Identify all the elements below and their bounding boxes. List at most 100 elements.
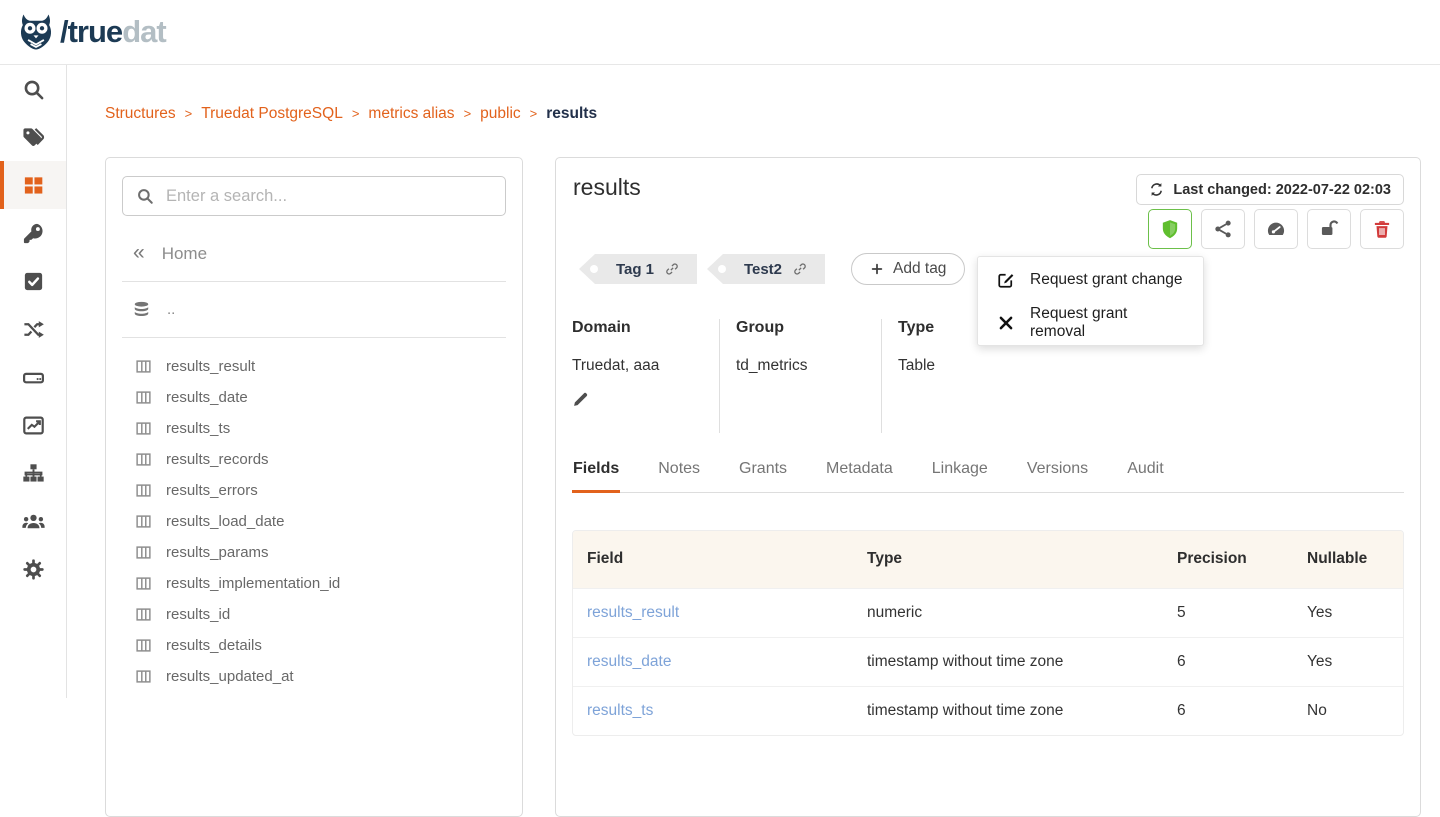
domain-column: Domain Truedat, aaa: [572, 319, 719, 433]
breadcrumb-separator: >: [464, 106, 472, 121]
table-row: results_result numeric 5 Yes: [573, 588, 1403, 637]
field-nullable: No: [1293, 686, 1403, 735]
tab-linkage[interactable]: Linkage: [931, 455, 989, 493]
tag-chip[interactable]: Test2: [707, 254, 825, 284]
field-label: results_errors: [166, 482, 258, 499]
field-label: results_params: [166, 544, 269, 561]
last-changed-button[interactable]: Last changed: 2022-07-22 02:03: [1136, 174, 1404, 205]
field-type: timestamp without time zone: [853, 686, 1163, 735]
column-header-precision: Precision: [1163, 531, 1293, 588]
table-header-row: Field Type Precision Nullable: [573, 531, 1403, 588]
sidebar-item-sources[interactable]: [0, 353, 66, 401]
field-nullable: Yes: [1293, 588, 1403, 637]
delete-button[interactable]: [1360, 209, 1404, 249]
search-input[interactable]: [166, 187, 492, 206]
home-label: Home: [162, 244, 207, 264]
breadcrumb-link-schema[interactable]: public: [480, 105, 521, 122]
sidebar-item-domains[interactable]: [0, 449, 66, 497]
type-value: Table: [898, 357, 935, 375]
field-list-item[interactable]: results_ts: [106, 413, 522, 444]
link-icon: [664, 261, 680, 277]
tag-label: Test2: [744, 261, 782, 278]
page-title: results: [572, 174, 641, 201]
breadcrumb-link-system[interactable]: Truedat PostgreSQL: [201, 105, 343, 122]
column-header-nullable: Nullable: [1293, 531, 1403, 588]
field-list-item[interactable]: results_params: [106, 537, 522, 568]
edit-domain-button[interactable]: [572, 390, 592, 408]
breadcrumb-link-group[interactable]: metrics alias: [368, 105, 454, 122]
tab-fields[interactable]: Fields: [572, 455, 620, 493]
share-button[interactable]: [1201, 209, 1245, 249]
tab-grants[interactable]: Grants: [738, 455, 788, 493]
field-link[interactable]: results_ts: [587, 702, 653, 719]
field-list-item[interactable]: results_load_date: [106, 506, 522, 537]
sidebar-item-structures[interactable]: [0, 161, 66, 209]
sidebar-item-dashboards[interactable]: [0, 401, 66, 449]
sidebar-item-settings[interactable]: [0, 545, 66, 593]
home-nav-item[interactable]: « Home: [106, 234, 522, 276]
breadcrumb-current: results: [546, 105, 597, 122]
edit-square-icon: [997, 271, 1015, 289]
pencil-icon: [572, 390, 590, 408]
sidebar-item-lineage[interactable]: [0, 305, 66, 353]
menu-item-request-grant-removal[interactable]: Request grant removal: [978, 301, 1203, 344]
check-square-icon: [22, 270, 45, 293]
breadcrumb-link-structures[interactable]: Structures: [105, 105, 176, 122]
breadcrumb-separator: >: [352, 106, 360, 121]
field-label: results_date: [166, 389, 248, 406]
field-list-item[interactable]: results_details: [106, 630, 522, 661]
fields-table: Field Type Precision Nullable results_re…: [572, 530, 1404, 736]
field-list-item[interactable]: results_implementation_id: [106, 568, 522, 599]
grid-icon: [22, 174, 45, 197]
key-icon: [22, 222, 45, 245]
columns-icon: [135, 668, 152, 685]
sidebar-item-quality[interactable]: [0, 257, 66, 305]
grant-request-button[interactable]: [1148, 209, 1192, 249]
field-nullable: Yes: [1293, 637, 1403, 686]
database-icon: [132, 300, 151, 319]
field-list-item[interactable]: results_result: [106, 351, 522, 382]
menu-item-label: Request grant change: [1030, 271, 1183, 289]
field-list-item[interactable]: results_date: [106, 382, 522, 413]
group-column: Group td_metrics: [719, 319, 881, 433]
tab-versions[interactable]: Versions: [1026, 455, 1089, 493]
profiling-button[interactable]: [1254, 209, 1298, 249]
parent-folder-item[interactable]: ..: [106, 287, 522, 332]
tab-audit[interactable]: Audit: [1126, 455, 1164, 493]
structure-browser-panel: « Home .. results_result results_date re…: [105, 157, 523, 817]
confidential-button[interactable]: [1307, 209, 1351, 249]
group-value: td_metrics: [736, 357, 851, 375]
structure-detail-panel: results Last changed: 2022-07-22 02:03 T…: [555, 157, 1421, 817]
columns-icon: [135, 389, 152, 406]
sidebar-item-users[interactable]: [0, 497, 66, 545]
gauge-icon: [1266, 219, 1286, 239]
columns-icon: [135, 637, 152, 654]
field-link[interactable]: results_date: [587, 653, 671, 670]
search-icon: [136, 187, 154, 205]
sidebar-item-tags[interactable]: [0, 113, 66, 161]
field-precision: 6: [1163, 686, 1293, 735]
divider: [122, 281, 506, 282]
field-link[interactable]: results_result: [587, 604, 679, 621]
refresh-icon: [1149, 182, 1164, 197]
type-column: Type Table: [881, 319, 965, 433]
field-label: results_ts: [166, 420, 230, 437]
tag-chip[interactable]: Tag 1: [579, 254, 697, 284]
domain-value: Truedat, aaa: [572, 357, 689, 375]
sidebar-item-permissions[interactable]: [0, 209, 66, 257]
field-list-item[interactable]: results_errors: [106, 475, 522, 506]
panels: « Home .. results_result results_date re…: [105, 157, 1421, 817]
breadcrumb-separator: >: [530, 106, 538, 121]
menu-item-request-grant-change[interactable]: Request grant change: [978, 258, 1203, 301]
field-list-item[interactable]: results_records: [106, 444, 522, 475]
field-list-item[interactable]: results_id: [106, 599, 522, 630]
sidebar-item-search[interactable]: [0, 65, 66, 113]
field-type: numeric: [853, 588, 1163, 637]
plus-icon: [870, 262, 884, 276]
truedat-logo[interactable]: /truedat: [16, 12, 166, 52]
field-list-item[interactable]: results_updated_at: [106, 661, 522, 692]
type-label: Type: [898, 319, 935, 337]
add-tag-button[interactable]: Add tag: [851, 253, 965, 285]
tab-notes[interactable]: Notes: [657, 455, 701, 493]
tab-metadata[interactable]: Metadata: [825, 455, 894, 493]
